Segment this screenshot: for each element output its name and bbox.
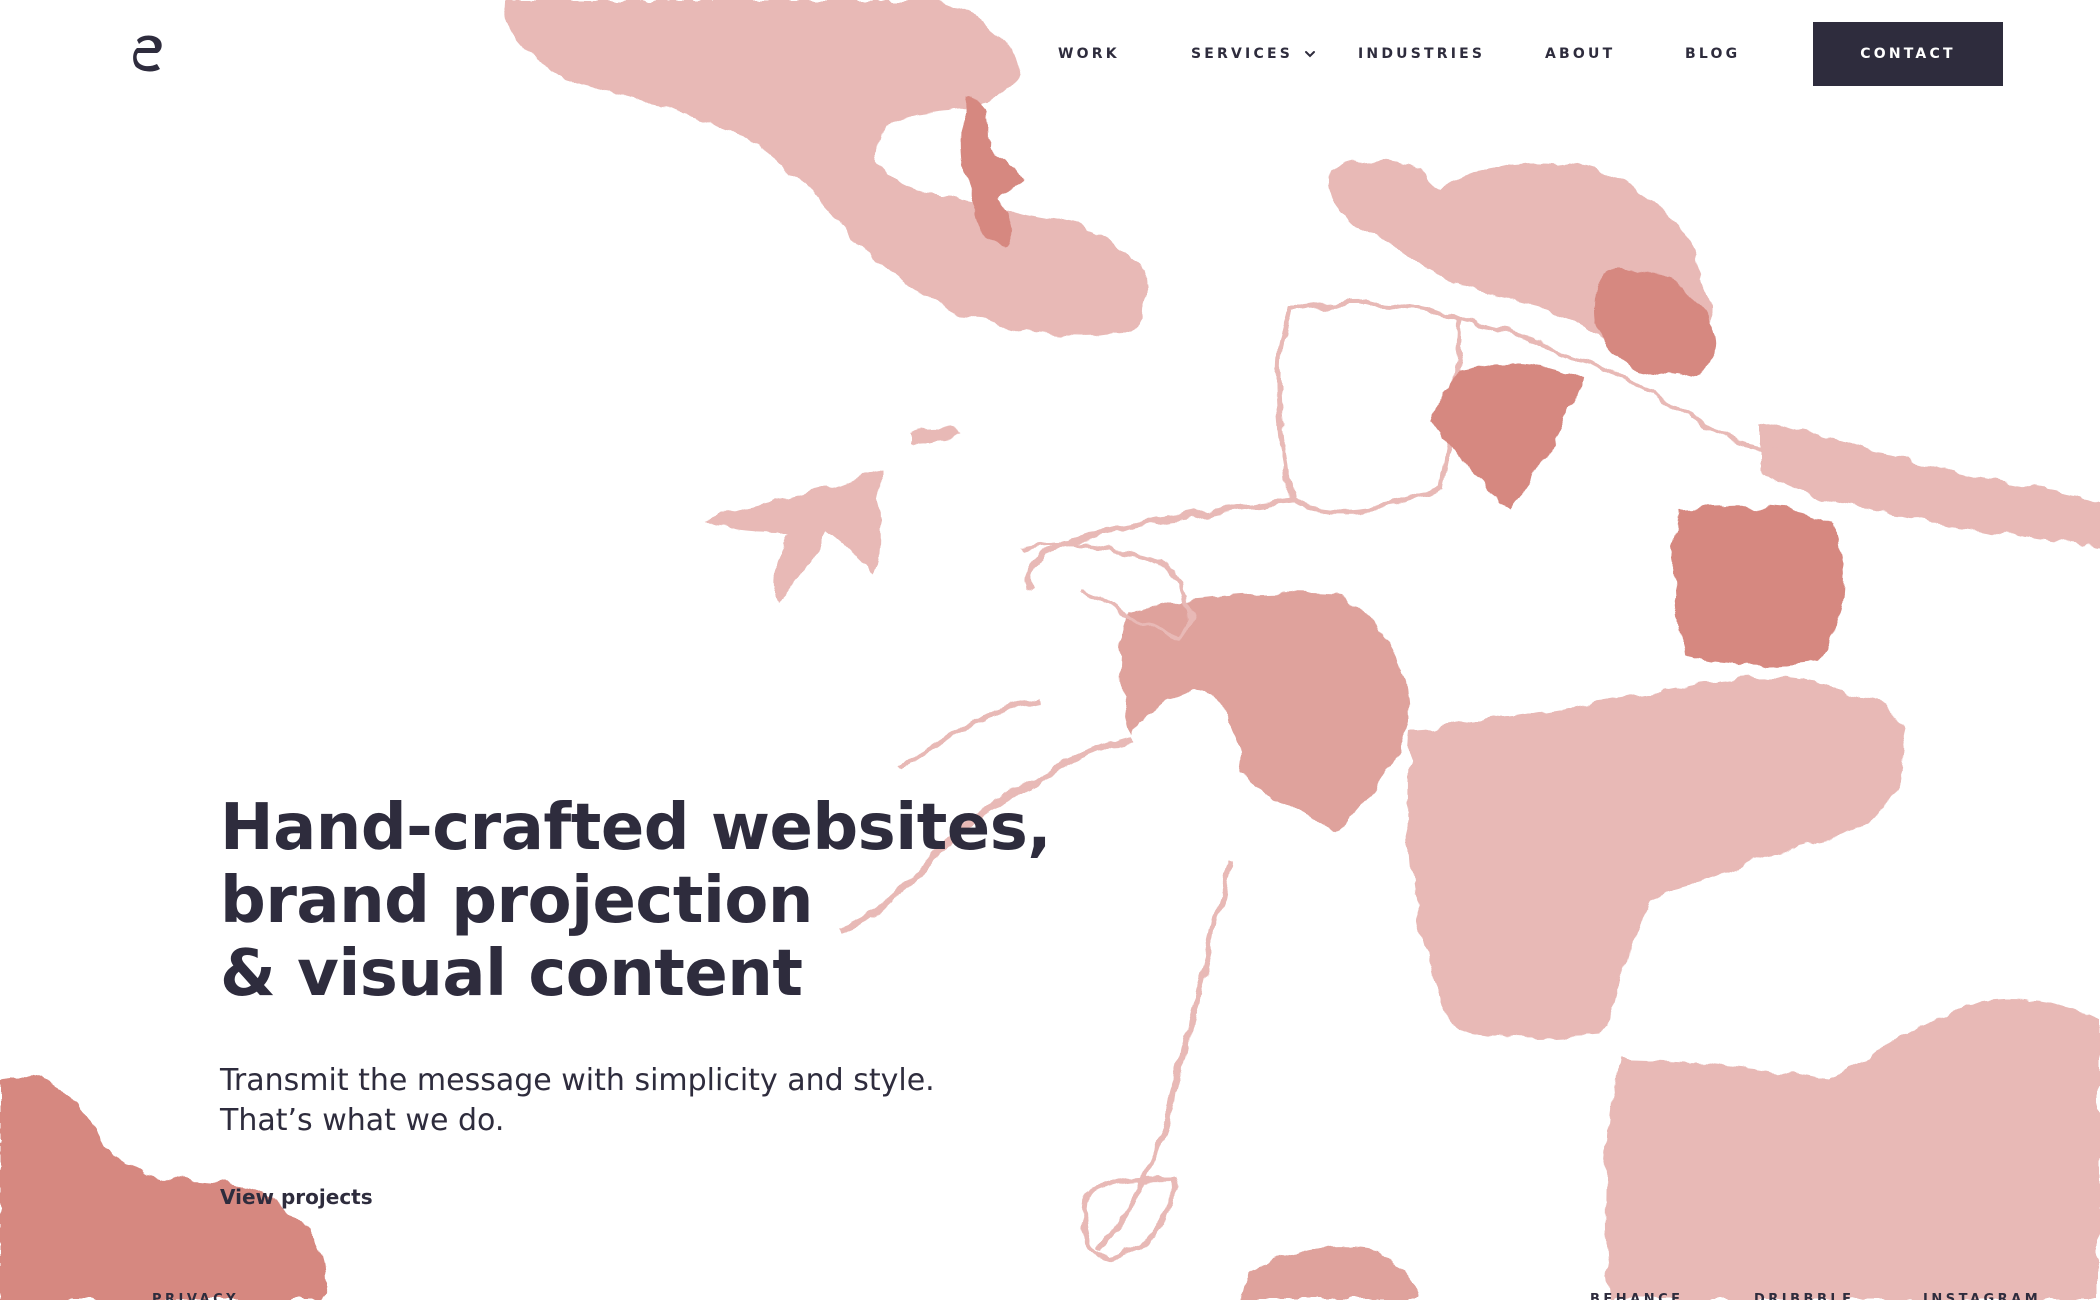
nav-item-services[interactable]: SERVICES — [1191, 46, 1317, 62]
nav-item-about[interactable]: ABOUT — [1545, 46, 1615, 62]
logo-icon[interactable] — [133, 34, 165, 72]
nav-item-work[interactable]: WORK — [1058, 46, 1120, 62]
chevron-down-icon — [1305, 51, 1315, 58]
hero-section: Hand-crafted websites, brand projection … — [220, 791, 1052, 1210]
hero-subtitle-line: Transmit the message with simplicity and… — [220, 1063, 935, 1098]
hero-title-line: brand projection — [220, 864, 813, 938]
hero-subtitle-line: That’s what we do. — [220, 1103, 505, 1138]
hero-title-line: Hand-crafted websites, — [220, 791, 1052, 865]
hero-subtitle: Transmit the message with simplicity and… — [220, 1061, 1051, 1141]
page: WORK SERVICES INDUSTRIES ABOUT BLOG CONT… — [0, 0, 2100, 1300]
footer-link-behance[interactable]: BEHANCE — [1590, 1292, 1684, 1300]
footer-link-privacy[interactable]: PRIVACY — [152, 1292, 239, 1300]
hero-title: Hand-crafted websites, brand projection … — [220, 791, 1052, 1011]
nav-item-services-label: SERVICES — [1191, 46, 1293, 62]
nav-item-industries[interactable]: INDUSTRIES — [1358, 46, 1485, 62]
view-projects-link[interactable]: View projects — [220, 1185, 373, 1209]
footer-link-dribbble[interactable]: DRIBBBLE — [1754, 1292, 1855, 1300]
hero-title-line: & visual content — [220, 937, 803, 1011]
nav-item-blog[interactable]: BLOG — [1685, 46, 1740, 62]
contact-button[interactable]: CONTACT — [1813, 22, 2003, 86]
footer-link-instagram[interactable]: INSTAGRAM — [1923, 1292, 2041, 1300]
